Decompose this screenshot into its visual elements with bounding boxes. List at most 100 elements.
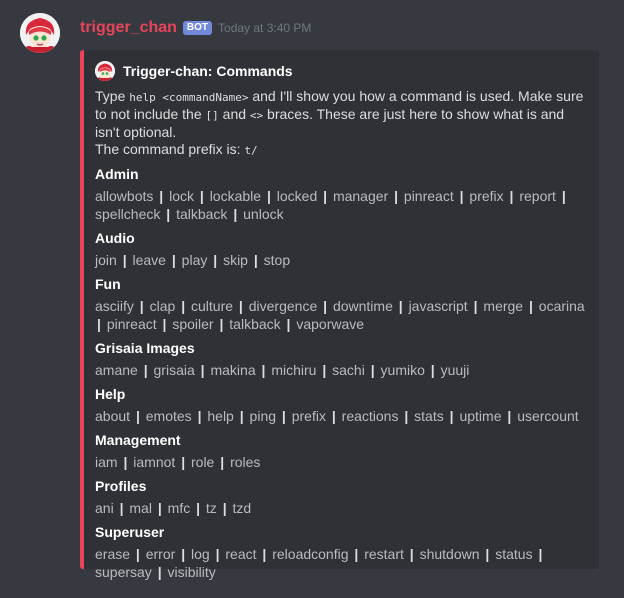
bot-avatar[interactable]	[20, 13, 60, 53]
bot-badge: BOT	[182, 21, 213, 35]
command-name: pinreact	[106, 316, 157, 332]
command-name: asciify	[95, 298, 134, 314]
embed-field: Grisaia Images amane | grisaia | makina |…	[95, 339, 591, 379]
separator: |	[322, 362, 327, 378]
command-name: error	[145, 546, 176, 562]
command-name: prefix	[469, 188, 504, 204]
separator: |	[200, 362, 205, 378]
separator: |	[404, 408, 409, 424]
separator: |	[485, 546, 490, 562]
command-name: emotes	[145, 408, 192, 424]
command-name: mal	[129, 500, 152, 516]
prefix-label: The command prefix is:	[95, 141, 245, 157]
commands-embed: Trigger-chan: Commands Type help <comman…	[80, 50, 599, 580]
command-name: ping	[249, 408, 277, 424]
separator: |	[538, 546, 543, 562]
command-name: ocarina	[538, 298, 585, 314]
command-name: grisaia	[153, 362, 195, 378]
embed-field: Admin allowbots | lock | lockable | locke…	[95, 165, 591, 223]
author-avatar-icon	[95, 61, 115, 81]
command-name: allowbots	[95, 188, 154, 204]
command-name: yuuji	[440, 362, 470, 378]
command-name: log	[191, 546, 210, 562]
username[interactable]: trigger_chan	[80, 19, 177, 37]
separator: |	[409, 546, 414, 562]
separator: |	[238, 298, 243, 314]
field-name: Admin	[95, 166, 139, 182]
separator: |	[135, 546, 140, 562]
command-name: talkback	[229, 316, 281, 332]
command-name: status	[495, 546, 533, 562]
command-name: lock	[169, 188, 194, 204]
separator: |	[253, 252, 258, 268]
separator: |	[286, 316, 291, 332]
command-name: divergence	[248, 298, 318, 314]
separator: |	[157, 500, 162, 516]
command-name: culture	[191, 298, 234, 314]
command-name: roles	[230, 454, 261, 470]
separator: |	[266, 188, 271, 204]
command-name: tz	[205, 500, 217, 516]
embed-author: Trigger-chan: Commands	[95, 61, 587, 81]
separator: |	[222, 500, 227, 516]
separator: |	[159, 188, 164, 204]
separator: |	[449, 408, 454, 424]
command-name: locked	[276, 188, 318, 204]
separator: |	[213, 252, 218, 268]
separator: |	[181, 298, 186, 314]
separator: |	[370, 362, 375, 378]
field-value: ani | mal | mfc | tz | tzd	[95, 499, 591, 517]
desc-code-brackets: []	[205, 109, 219, 122]
separator: |	[323, 298, 328, 314]
field-value: allowbots | lock | lockable | locked | m…	[95, 187, 591, 223]
command-name: javascript	[408, 298, 468, 314]
command-name: spellcheck	[95, 206, 161, 222]
command-name: mfc	[167, 500, 191, 516]
command-name: skip	[223, 252, 248, 268]
command-name: restart	[364, 546, 404, 562]
command-name: downtime	[332, 298, 393, 314]
command-name: michiru	[271, 362, 317, 378]
field-name: Audio	[95, 230, 135, 246]
separator: |	[509, 188, 514, 204]
command-name: pinreact	[403, 188, 454, 204]
separator: |	[398, 298, 403, 314]
separator: |	[97, 316, 101, 332]
embed-field: Superuser erase | error | log | react | r…	[95, 523, 591, 581]
command-name: help	[207, 408, 234, 424]
separator: |	[323, 188, 328, 204]
separator: |	[239, 408, 244, 424]
command-name: join	[95, 252, 117, 268]
timestamp[interactable]: Today at 3:40 PM	[218, 21, 311, 35]
embed-field: Profiles ani | mal | mfc | tz | tzd	[95, 477, 591, 517]
command-name: about	[95, 408, 131, 424]
separator: |	[162, 316, 167, 332]
separator: |	[261, 362, 266, 378]
field-name: Grisaia Images	[95, 340, 195, 356]
command-name: visibility	[167, 564, 216, 580]
field-value: join | leave | play | skip | stop	[95, 251, 591, 269]
field-name: Management	[95, 432, 181, 448]
separator: |	[262, 546, 267, 562]
command-name: erase	[95, 546, 131, 562]
command-name: makina	[210, 362, 256, 378]
embed-field: Help about | emotes | help | ping | prefi…	[95, 385, 591, 425]
separator: |	[507, 408, 512, 424]
command-name: leave	[132, 252, 166, 268]
separator: |	[281, 408, 286, 424]
field-value: about | emotes | help | ping | prefix | …	[95, 407, 591, 425]
command-name: talkback	[176, 206, 228, 222]
embed-field: Fun asciify | clap | culture | divergence…	[95, 275, 591, 333]
command-name: role	[191, 454, 215, 470]
separator: |	[528, 298, 533, 314]
separator: |	[233, 206, 238, 222]
separator: |	[430, 362, 435, 378]
separator: |	[215, 546, 220, 562]
command-name: ani	[95, 500, 114, 516]
command-name: unlock	[243, 206, 284, 222]
separator: |	[459, 188, 464, 204]
separator: |	[166, 206, 171, 222]
command-name: manager	[332, 188, 389, 204]
command-name: stop	[263, 252, 291, 268]
command-name: react	[225, 546, 257, 562]
